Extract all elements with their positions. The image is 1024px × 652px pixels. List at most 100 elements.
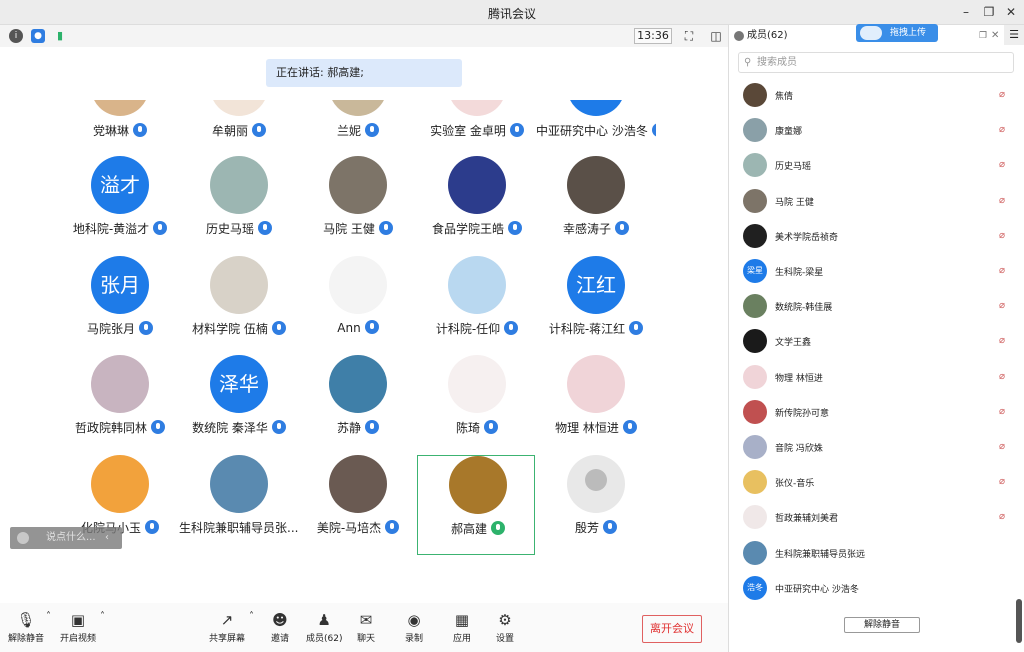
participant-tile[interactable]: 计科院-任仰 bbox=[417, 256, 537, 356]
member-row[interactable]: 焦倩 ⌀ bbox=[729, 80, 1011, 113]
title-bar: 腾讯会议 – ❐ ✕ bbox=[0, 0, 1024, 25]
signal-icon[interactable]: ▮ bbox=[53, 29, 67, 43]
member-row[interactable]: 浩冬 中亚研究中心 沙浩冬 bbox=[729, 571, 1011, 600]
info-icon[interactable]: i bbox=[9, 29, 23, 43]
mic-muted-icon[interactable]: ⌀ bbox=[999, 371, 1011, 383]
participant-tile[interactable]: 哲政院韩同林 bbox=[60, 355, 180, 455]
mic-muted-icon[interactable]: ⌀ bbox=[999, 476, 1011, 488]
participant-name: 材料学院 伍楠 bbox=[179, 320, 299, 337]
member-row[interactable]: 张仪-音乐 ⌀ bbox=[729, 465, 1011, 500]
member-search-input[interactable]: ⚲ 搜索成员 bbox=[738, 52, 1014, 73]
settings-button[interactable]: ⚙ 设置 bbox=[495, 611, 515, 644]
emoji-icon[interactable] bbox=[17, 532, 29, 544]
member-row[interactable]: 音院 冯欣姝 ⌀ bbox=[729, 430, 1011, 465]
mic-muted-icon[interactable]: ⌀ bbox=[999, 265, 1011, 277]
scrollbar[interactable] bbox=[1016, 599, 1022, 643]
chat-input[interactable]: 说点什么... ‹ bbox=[10, 527, 122, 549]
member-name: 张仪-音乐 bbox=[775, 479, 815, 490]
participant-tile[interactable]: 苏静 bbox=[298, 355, 418, 455]
participant-avatar bbox=[567, 156, 625, 214]
leave-meeting-button[interactable]: 离开会议 bbox=[642, 615, 702, 643]
participant-tile[interactable]: 材料学院 伍楠 bbox=[179, 256, 299, 356]
member-row[interactable]: 梁星 生科院-梁星 ⌀ bbox=[729, 254, 1011, 289]
close-icon[interactable]: ✕ bbox=[1003, 4, 1019, 20]
member-row[interactable]: 历史马瑶 ⌀ bbox=[729, 148, 1011, 183]
status-bar: i ● ▮ 13:36 ⛶ ◫ bbox=[0, 25, 728, 47]
participant-tile[interactable]: Ann bbox=[298, 256, 418, 356]
popout-icon[interactable]: ❐ bbox=[979, 25, 987, 47]
upload-button[interactable]: 拖拽上传 bbox=[856, 24, 938, 42]
participant-tile[interactable]: 陈琦 bbox=[417, 355, 537, 455]
mic-muted-icon[interactable]: ⌀ bbox=[999, 124, 1011, 136]
member-row[interactable]: 康童娜 ⌀ bbox=[729, 113, 1011, 148]
shield-icon[interactable]: ● bbox=[31, 29, 45, 43]
participant-tile[interactable]: 牟朝丽 bbox=[179, 100, 299, 158]
participant-tile[interactable]: 党琳琳 bbox=[60, 100, 180, 158]
member-row[interactable]: 马院 王健 ⌀ bbox=[729, 184, 1011, 219]
participant-tile[interactable]: 兰妮 bbox=[298, 100, 418, 158]
minimize-icon[interactable]: – bbox=[958, 4, 974, 20]
apps-button[interactable]: ▦ 应用 bbox=[452, 611, 472, 644]
chat-button[interactable]: ✉ 聊天 bbox=[356, 611, 376, 644]
member-row[interactable]: 哲政兼辅刘美君 ⌀ bbox=[729, 500, 1011, 535]
participant-avatar bbox=[329, 455, 387, 513]
member-row[interactable]: 生科院兼职辅导员张远 bbox=[729, 536, 1011, 571]
record-button[interactable]: ◉ 录制 bbox=[404, 611, 424, 644]
participant-avatar bbox=[567, 355, 625, 413]
participant-name-text: 幸感涛子 bbox=[562, 222, 611, 236]
share-options-icon[interactable]: ˄ bbox=[249, 611, 254, 622]
members-button[interactable]: ♟ 成员(62) bbox=[306, 611, 342, 644]
panel-close-icon[interactable]: ✕ bbox=[991, 25, 999, 47]
unmute-button[interactable]: 🎙 解除静音 bbox=[8, 611, 44, 644]
invite-button[interactable]: ☻ 邀请 bbox=[270, 611, 290, 644]
member-row[interactable]: 新传院孙可意 ⌀ bbox=[729, 395, 1011, 430]
mic-muted-icon[interactable]: ⌀ bbox=[999, 335, 1011, 347]
participant-tile[interactable]: 马院 王健 bbox=[298, 156, 418, 256]
mic-muted-icon[interactable]: ⌀ bbox=[999, 230, 1011, 242]
member-row[interactable]: 物理 林恒进 ⌀ bbox=[729, 360, 1011, 395]
member-row[interactable]: 文学王鑫 ⌀ bbox=[729, 324, 1011, 359]
participant-avatar bbox=[91, 455, 149, 513]
participant-tile[interactable]: 美院-马培杰 bbox=[298, 455, 418, 555]
member-avatar bbox=[743, 223, 767, 248]
video-options-icon[interactable]: ˄ bbox=[100, 611, 105, 622]
mic-muted-icon[interactable]: ⌀ bbox=[999, 406, 1011, 418]
participant-avatar bbox=[448, 100, 506, 116]
participant-name: 历史马瑶 bbox=[179, 220, 299, 237]
mic-muted-icon[interactable]: ⌀ bbox=[999, 441, 1011, 453]
mic-muted-icon[interactable]: ⌀ bbox=[999, 89, 1011, 101]
fullscreen-icon[interactable]: ⛶ bbox=[681, 28, 697, 44]
collapse-icon[interactable]: ‹ bbox=[105, 527, 109, 549]
participant-tile[interactable]: 郝高建 bbox=[417, 455, 535, 555]
member-name: 马院 王健 bbox=[775, 197, 814, 208]
unmute-all-button[interactable]: 解除静音 bbox=[844, 617, 920, 633]
menu-icon[interactable]: ☰ bbox=[1004, 25, 1024, 45]
participant-name-text: 计科院-任仰 bbox=[435, 322, 501, 336]
audio-options-icon[interactable]: ˄ bbox=[46, 611, 51, 622]
share-screen-button[interactable]: ↗ 共享屏幕 bbox=[209, 611, 245, 644]
mic-muted-icon[interactable]: ⌀ bbox=[999, 159, 1011, 171]
member-avatar bbox=[743, 118, 767, 143]
layout-icon[interactable]: ◫ bbox=[708, 28, 724, 44]
participant-tile[interactable]: 张月 马院张月 bbox=[60, 256, 180, 356]
restore-icon[interactable]: ❐ bbox=[981, 4, 997, 20]
participant-tile[interactable]: 殷芳 bbox=[536, 455, 656, 555]
participant-tile[interactable]: 食品学院王皓 bbox=[417, 156, 537, 256]
member-row[interactable]: 数统院-韩佳展 ⌀ bbox=[729, 289, 1011, 324]
participant-tile[interactable]: 生科院兼职辅导员张... bbox=[179, 455, 299, 555]
participant-tile[interactable]: 泽华 数统院 秦泽华 bbox=[179, 355, 299, 455]
participant-tile[interactable]: 物理 林恒进 bbox=[536, 355, 656, 455]
mic-muted-icon[interactable]: ⌀ bbox=[999, 195, 1011, 207]
mic-muted-icon[interactable]: ⌀ bbox=[999, 511, 1011, 523]
participant-tile[interactable]: 历史马瑶 bbox=[179, 156, 299, 256]
video-button[interactable]: ▣ 开启视频 bbox=[60, 611, 96, 644]
member-row[interactable]: 美术学院岳祯奇 ⌀ bbox=[729, 219, 1011, 254]
participant-tile[interactable]: 江红 计科院-蒋江红 bbox=[536, 256, 656, 356]
participant-avatar: 张月 bbox=[91, 256, 149, 314]
participant-tile[interactable]: 实验室 金卓明 bbox=[417, 100, 537, 158]
participant-tile[interactable]: 溢才 地科院-黄溢才 bbox=[60, 156, 180, 256]
participant-tile[interactable]: 中亚研究中心 沙浩冬 bbox=[536, 100, 656, 158]
participant-tile[interactable]: 幸感涛子 bbox=[536, 156, 656, 256]
mic-icon bbox=[364, 320, 379, 334]
mic-muted-icon[interactable]: ⌀ bbox=[999, 300, 1011, 312]
